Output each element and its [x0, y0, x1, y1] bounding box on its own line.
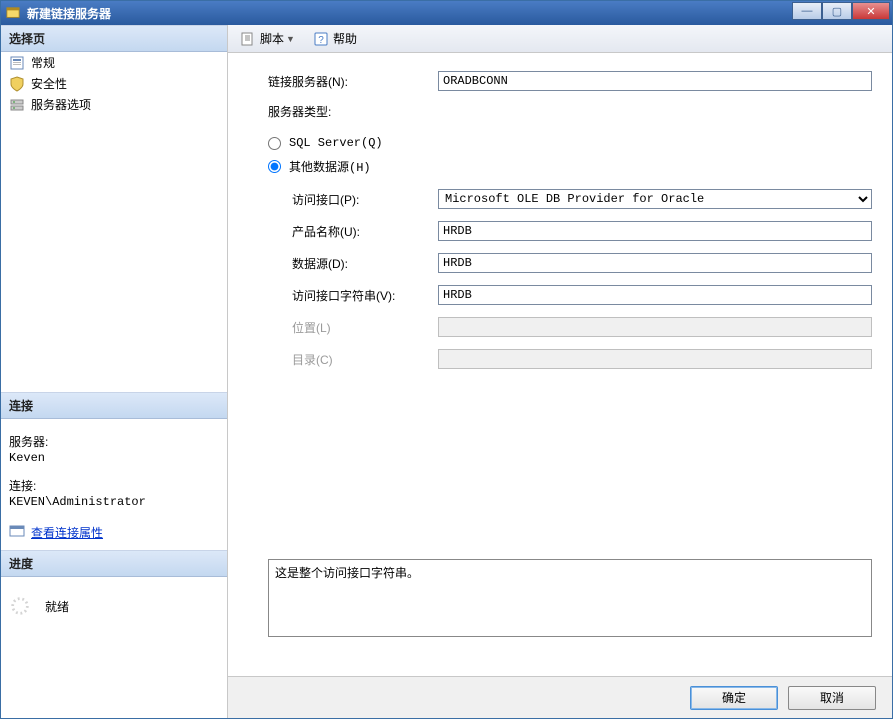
progress-status: 就绪	[45, 598, 69, 615]
progress-row: 就绪	[9, 595, 219, 617]
window-title: 新建链接服务器	[27, 5, 111, 22]
sidebar-item-serveroptions[interactable]: 服务器选项	[1, 94, 227, 115]
connection-section: 服务器: Keven 连接: KEVEN\Administrator 查看连接属…	[1, 419, 227, 550]
progress-section: 就绪	[1, 577, 227, 718]
sidebar: 选择页 常规 安全性 服务	[1, 25, 228, 718]
provider-select[interactable]: Microsoft OLE DB Provider for Oracle	[438, 189, 872, 209]
location-input	[438, 317, 872, 337]
help-icon: ?	[313, 31, 329, 47]
footer: 确定 取消	[228, 676, 892, 718]
help-label: 帮助	[333, 30, 357, 47]
script-button[interactable]: 脚本 ▼	[236, 28, 305, 49]
sidebar-item-label: 常规	[31, 54, 55, 71]
connection-header: 连接	[1, 392, 227, 419]
hint-box: 这是整个访问接口字符串。	[268, 559, 872, 637]
main-panel: 脚本 ▼ ? 帮助 链接服务器(N): 服务器类型:	[228, 25, 892, 718]
server-value: Keven	[9, 451, 219, 465]
spinner-icon	[9, 595, 31, 617]
maximize-button[interactable]: ▢	[822, 2, 852, 20]
linked-server-label: 链接服务器(N):	[268, 73, 438, 90]
page-list: 常规 安全性 服务器选项	[1, 52, 227, 392]
conn-value: KEVEN\Administrator	[9, 495, 219, 509]
server-type-label: 服务器类型:	[268, 103, 872, 120]
radio-other-datasource[interactable]	[268, 160, 281, 173]
window-controls: — ▢ ✕	[792, 2, 890, 20]
chevron-down-icon: ▼	[286, 34, 295, 44]
sidebar-item-label: 安全性	[31, 75, 67, 92]
sidebar-item-label: 服务器选项	[31, 96, 91, 113]
shield-icon	[9, 76, 25, 92]
catalog-label: 目录(C)	[268, 351, 438, 368]
linked-server-input[interactable]	[438, 71, 872, 91]
radio-sqlserver-label: SQL Server(Q)	[289, 136, 383, 150]
view-connection-link[interactable]: 查看连接属性	[31, 524, 103, 541]
server-label: 服务器:	[9, 433, 219, 450]
form-area: 链接服务器(N): 服务器类型: SQL Server(Q) 其他数据源(H)	[228, 53, 892, 676]
help-button[interactable]: ? 帮助	[309, 28, 361, 49]
pages-header: 选择页	[1, 25, 227, 52]
product-input[interactable]	[438, 221, 872, 241]
product-label: 产品名称(U):	[268, 223, 438, 240]
conn-label: 连接:	[9, 477, 219, 494]
toolbar: 脚本 ▼ ? 帮助	[228, 25, 892, 53]
provider-label: 访问接口(P):	[268, 191, 438, 208]
script-icon	[240, 31, 256, 47]
server-icon	[9, 97, 25, 113]
titlebar: 新建链接服务器 — ▢ ✕	[1, 1, 892, 25]
radio-sqlserver[interactable]	[268, 137, 281, 150]
location-label: 位置(L)	[268, 319, 438, 336]
sidebar-item-general[interactable]: 常规	[1, 52, 227, 73]
cancel-button[interactable]: 取消	[788, 686, 876, 710]
datasource-label: 数据源(D):	[268, 255, 438, 272]
close-button[interactable]: ✕	[852, 2, 890, 20]
progress-header: 进度	[1, 550, 227, 577]
properties-icon	[9, 523, 25, 542]
sidebar-item-security[interactable]: 安全性	[1, 73, 227, 94]
radio-other-label: 其他数据源(H)	[289, 158, 371, 175]
datasource-input[interactable]	[438, 253, 872, 273]
svg-text:?: ?	[318, 35, 324, 46]
body-area: 选择页 常规 安全性 服务	[1, 25, 892, 718]
app-icon	[5, 5, 21, 21]
ok-button[interactable]: 确定	[690, 686, 778, 710]
providerstring-label: 访问接口字符串(V):	[268, 287, 438, 304]
page-icon	[9, 55, 25, 71]
server-type-radio-group: SQL Server(Q) 其他数据源(H)	[268, 136, 872, 175]
minimize-button[interactable]: —	[792, 2, 822, 20]
providerstring-input[interactable]	[438, 285, 872, 305]
catalog-input	[438, 349, 872, 369]
dialog-window: 新建链接服务器 — ▢ ✕ 选择页 常规 安全性	[0, 0, 893, 719]
view-connection-row: 查看连接属性	[9, 523, 219, 542]
script-label: 脚本	[260, 30, 284, 47]
